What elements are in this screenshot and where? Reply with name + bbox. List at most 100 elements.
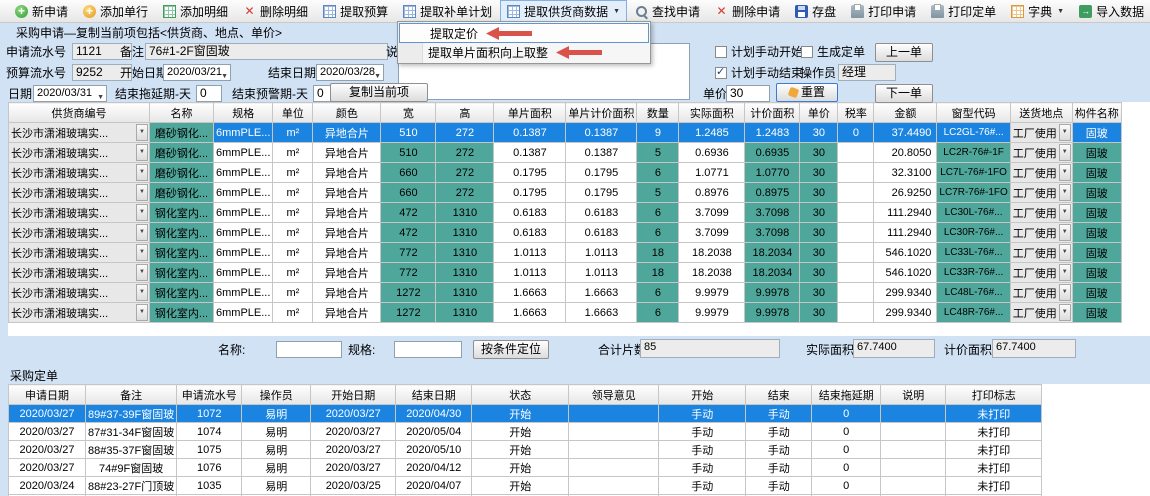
operator-cell[interactable]: 易明 [242, 423, 311, 441]
status-cell[interactable]: 开始 [472, 405, 569, 423]
dropdown-arrow-icon[interactable]: ▼ [136, 184, 148, 201]
piece-priced-area-cell[interactable]: 1.0113 [566, 243, 637, 263]
table-row[interactable]: 长沙市潇湘玻璃实...▼钢化室内...6mmPLE...m²异地合片772131… [9, 243, 1122, 263]
name-cell[interactable]: 钢化室内... [150, 283, 214, 303]
operator-field[interactable]: 经理 [838, 64, 896, 81]
tax-rate-cell[interactable] [838, 303, 874, 323]
unit-price-cell[interactable]: 30 [800, 183, 838, 203]
table-row[interactable]: 长沙市潇湘玻璃实...▼磨砂钢化...6mmPLE...m²异地合片510272… [9, 143, 1122, 163]
remark-cell[interactable]: 88#23-27F门顶玻 [86, 477, 177, 495]
end-date-cell[interactable]: 2020/04/30 [396, 405, 472, 423]
unit-price-cell[interactable]: 30 [800, 143, 838, 163]
dropdown-arrow-icon[interactable]: ▼ [1059, 304, 1071, 321]
piece-priced-area-cell[interactable]: 0.1387 [566, 123, 637, 143]
actual-area-cell[interactable]: 18.2038 [679, 263, 745, 283]
name-cell[interactable]: 钢化室内... [150, 263, 214, 283]
filter-spec-input[interactable] [394, 341, 462, 358]
column-header[interactable]: 领导意见 [569, 385, 659, 405]
piece-priced-area-cell[interactable]: 0.1795 [566, 163, 637, 183]
locate-button[interactable]: 按条件定位 [473, 340, 549, 359]
piece-priced-area-cell[interactable]: 0.1387 [566, 143, 637, 163]
piece-area-cell[interactable]: 0.6183 [494, 223, 566, 243]
toolbar-button[interactable]: 查找申请 [628, 0, 707, 23]
tax-rate-cell[interactable] [838, 243, 874, 263]
remark-cell[interactable]: 87#31-34F窗固玻 [86, 423, 177, 441]
unit-price-cell[interactable]: 30 [800, 243, 838, 263]
table-row[interactable]: 长沙市潇湘玻璃实...▼钢化室内...6mmPLE...m²异地合片472131… [9, 203, 1122, 223]
note-cell[interactable] [881, 477, 946, 495]
actual-area-cell[interactable]: 0.8976 [679, 183, 745, 203]
gen-order-checkbox[interactable] [801, 46, 813, 58]
piece-area-cell[interactable]: 0.6183 [494, 203, 566, 223]
column-header[interactable]: 供货商编号 [9, 103, 150, 123]
unit-cell[interactable]: m² [273, 223, 313, 243]
end-mode-cell[interactable]: 手动 [746, 405, 812, 423]
print-flag-cell[interactable]: 未打印 [946, 423, 1042, 441]
component-cell[interactable]: 固玻 [1072, 183, 1121, 203]
amount-cell[interactable]: 111.2940 [874, 203, 937, 223]
dropdown-arrow-icon[interactable]: ▼ [1059, 204, 1071, 221]
amount-cell[interactable]: 26.9250 [874, 183, 937, 203]
column-header[interactable]: 送货地点 [1010, 103, 1072, 123]
table-row[interactable]: 长沙市潇湘玻璃实...▼钢化室内...6mmPLE...m²异地合片472131… [9, 223, 1122, 243]
width-cell[interactable]: 772 [381, 243, 436, 263]
delivery-cell[interactable]: 工厂使用▼ [1010, 203, 1072, 223]
supplier-cell[interactable]: 长沙市潇湘玻璃实...▼ [9, 123, 150, 143]
tax-rate-cell[interactable] [838, 163, 874, 183]
end-delay-cell[interactable]: 0 [812, 441, 881, 459]
tax-rate-cell[interactable] [838, 143, 874, 163]
piece-priced-area-cell[interactable]: 0.6183 [566, 203, 637, 223]
color-cell[interactable]: 异地合片 [313, 223, 381, 243]
dropdown-arrow-icon[interactable]: ▼ [136, 144, 148, 161]
dropdown-arrow-icon[interactable]: ▼ [136, 124, 148, 141]
component-cell[interactable]: 固玻 [1072, 163, 1121, 183]
dropdown-arrow-icon[interactable]: ▼ [1059, 224, 1071, 241]
component-cell[interactable]: 固玻 [1072, 243, 1121, 263]
supplier-cell[interactable]: 长沙市潇湘玻璃实...▼ [9, 183, 150, 203]
apply-no-cell[interactable]: 1072 [177, 405, 242, 423]
window-code-cell[interactable]: LC2GL-76#... [937, 123, 1010, 143]
unit-price-cell[interactable]: 30 [800, 283, 838, 303]
dropdown-arrow-icon[interactable]: ▼ [136, 304, 148, 321]
toolbar-button[interactable]: 添加明细 [156, 0, 235, 23]
piece-area-cell[interactable]: 0.1795 [494, 183, 566, 203]
remark-cell[interactable]: 88#35-37F窗固玻 [86, 441, 177, 459]
supplier-cell[interactable]: 长沙市潇湘玻璃实...▼ [9, 223, 150, 243]
height-cell[interactable]: 1310 [436, 283, 494, 303]
priced-area-cell[interactable]: 18.2034 [745, 243, 800, 263]
dropdown-arrow-icon[interactable]: ▼ [136, 164, 148, 181]
column-header[interactable]: 金额 [874, 103, 937, 123]
tax-rate-cell[interactable] [838, 263, 874, 283]
end-date-cell[interactable]: 2020/04/07 [396, 477, 472, 495]
column-header[interactable]: 窗型代码 [937, 103, 1010, 123]
column-header[interactable]: 结束 [746, 385, 812, 405]
delivery-cell[interactable]: 工厂使用▼ [1010, 163, 1072, 183]
column-header[interactable]: 构件名称 [1072, 103, 1121, 123]
priced-area-cell[interactable]: 3.7098 [745, 203, 800, 223]
leader-opinion-cell[interactable] [569, 441, 659, 459]
height-cell[interactable]: 272 [436, 143, 494, 163]
column-header[interactable]: 单片计价面积 [566, 103, 637, 123]
column-header[interactable]: 数量 [637, 103, 679, 123]
component-cell[interactable]: 固玻 [1072, 203, 1121, 223]
height-cell[interactable]: 1310 [436, 223, 494, 243]
column-header[interactable]: 单价 [800, 103, 838, 123]
unit-price-cell[interactable]: 30 [800, 303, 838, 323]
plan-manual-start-checkbox[interactable] [715, 46, 727, 58]
toolbar-button[interactable]: 存盘 [788, 0, 843, 23]
delivery-cell[interactable]: 工厂使用▼ [1010, 303, 1072, 323]
piece-area-cell[interactable]: 0.1387 [494, 143, 566, 163]
actual-area-cell[interactable]: 9.9979 [679, 303, 745, 323]
end-mode-cell[interactable]: 手动 [746, 459, 812, 477]
column-header[interactable]: 实际面积 [679, 103, 745, 123]
actual-area-cell[interactable]: 18.2038 [679, 243, 745, 263]
spec-cell[interactable]: 6mmPLE... [214, 183, 273, 203]
apply-date-cell[interactable]: 2020/03/27 [9, 441, 86, 459]
qty-cell[interactable]: 6 [637, 223, 679, 243]
dropdown-arrow-icon[interactable]: ▼ [1059, 244, 1071, 261]
note-cell[interactable] [881, 423, 946, 441]
unit-cell[interactable]: m² [273, 203, 313, 223]
menu-item[interactable]: 提取单片面积向上取整 [398, 43, 650, 62]
unit-price-cell[interactable]: 30 [800, 203, 838, 223]
status-cell[interactable]: 开始 [472, 423, 569, 441]
